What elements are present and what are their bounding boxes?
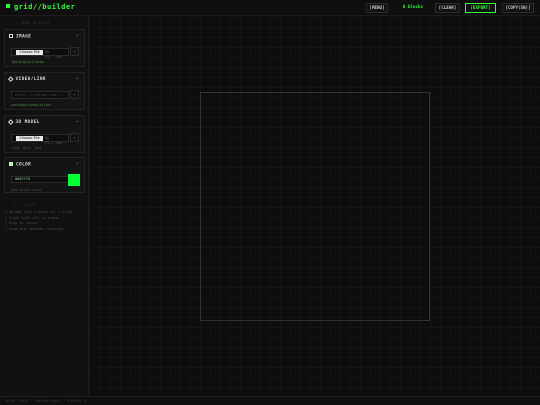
app-title: grid//builder — [6, 3, 75, 11]
image-file-input[interactable]: Choose File No fi...sen — [11, 48, 69, 59]
canvas-area[interactable] — [90, 17, 540, 396]
help-title: // HELP — [14, 203, 37, 207]
video-hint: youtube/vimeo/direct — [11, 103, 52, 107]
logo-icon — [6, 4, 10, 8]
image-add-icon[interactable]: + — [76, 33, 79, 39]
section-label: // ADD BLOCKS — [14, 21, 50, 25]
model-file-input[interactable]: Choose File No fi...sen — [11, 134, 69, 145]
color-hex-input[interactable]: #00ff33 — [11, 176, 69, 183]
app-title-text: grid//builder — [14, 3, 76, 11]
color-title-text: COLOR — [16, 162, 32, 168]
image-title-text: IMAGE — [16, 34, 32, 40]
video-panel-title: VIDEO/LINK — [8, 76, 46, 84]
status-bar: grid: 12x12 · session local · blocks: 0 — [0, 396, 540, 405]
video-panel: VIDEO/LINK + https://youtube.com/... + y… — [4, 72, 85, 110]
model-title-text: 3D MODEL — [15, 120, 40, 125]
grid-frame[interactable] — [200, 92, 430, 321]
video-title-text: VIDEO/LINK — [15, 77, 46, 82]
model-panel-title: 3D MODEL — [8, 119, 40, 127]
color-panel: COLOR + #00ff33 any solid color — [4, 157, 85, 193]
color-icon — [9, 162, 13, 166]
image-panel-title: IMAGE — [9, 34, 31, 41]
video-add-icon[interactable]: + — [76, 76, 79, 82]
model-choose-file-button[interactable]: Choose File — [16, 136, 43, 141]
help-item: > drag into another (nesting) — [5, 226, 65, 231]
clear-button[interactable]: [CLEAR] — [435, 3, 460, 13]
color-panel-title: COLOR — [9, 162, 31, 169]
model-add-icon[interactable]: + — [76, 119, 79, 125]
image-hint: jpg/png/gif/webp — [11, 60, 44, 64]
help-item: > upload file / paste url + click — [5, 210, 73, 214]
model-add-button[interactable]: + — [70, 133, 79, 142]
menu-button[interactable]: [MENU] — [366, 3, 388, 13]
image-file-status: No fi...sen — [45, 50, 63, 59]
video-icon — [8, 76, 14, 82]
color-add-icon[interactable]: + — [76, 161, 79, 167]
image-choose-file-button[interactable]: Choose File — [16, 50, 43, 55]
sidebar: // ADD BLOCKS IMAGE + Choose File No fi.… — [0, 16, 89, 396]
image-panel: IMAGE + Choose File No fi...sen + jpg/pn… — [4, 29, 85, 67]
color-hint: any solid color — [11, 188, 42, 192]
color-swatch[interactable] — [68, 174, 80, 186]
status-text: grid: 12x12 · session local · blocks: 0 — [6, 399, 86, 403]
model-hint: .glb .gltf .obj — [11, 146, 42, 150]
export-button[interactable]: [EXPORT] — [465, 3, 496, 13]
model-panel: 3D MODEL + Choose File No fi...sen + .gl… — [4, 115, 85, 153]
top-bar: grid//builder [MENU] 0 blocks [CLEAR] [E… — [0, 0, 540, 16]
video-url-input[interactable]: https://youtube.com/... — [11, 91, 69, 99]
video-add-button[interactable]: + — [70, 90, 79, 99]
help-list: > upload file / paste url + click > clic… — [5, 210, 72, 232]
cube-icon — [8, 119, 14, 125]
blocks-count: 0 blocks — [402, 4, 424, 9]
copy-button[interactable]: [COPY(SN)] — [502, 3, 534, 13]
model-file-status: No fi...sen — [45, 136, 63, 145]
image-icon — [9, 34, 13, 38]
image-add-button[interactable]: + — [70, 47, 79, 56]
